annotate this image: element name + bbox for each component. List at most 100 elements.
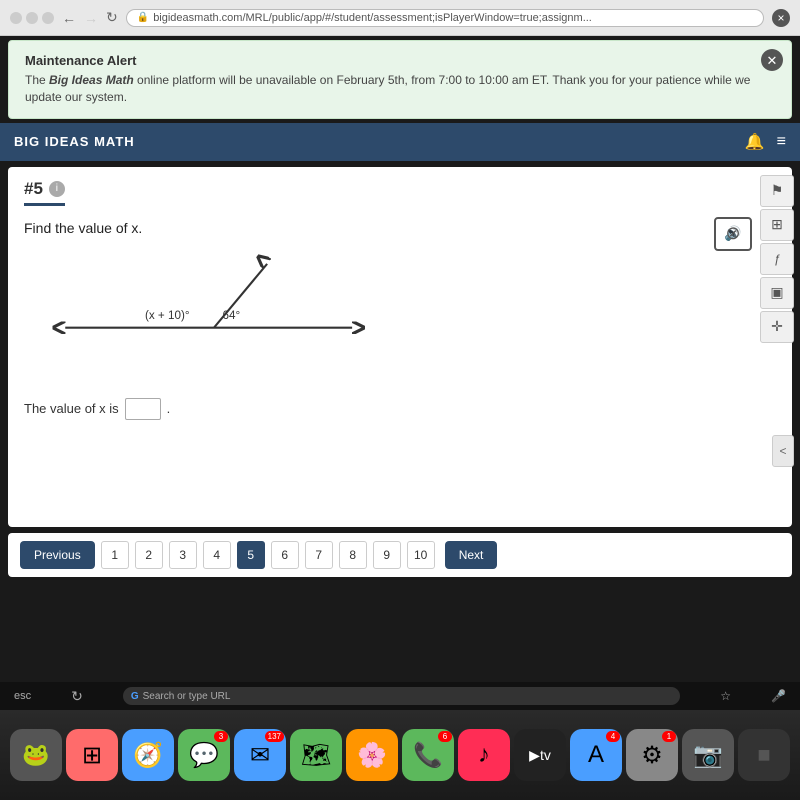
url-text: bigideasmath.com/MRL/public/app/#/studen… <box>153 12 592 24</box>
dock-camera[interactable]: 📷 <box>682 729 734 781</box>
dock-messages[interactable]: 💬 3 <box>178 729 230 781</box>
diagram-area: (x + 10)° 64° <box>44 252 384 382</box>
page-button-8[interactable]: 8 <box>339 541 367 569</box>
alert-body: The Big Ideas Math online platform will … <box>25 72 751 106</box>
alert-title: Maintenance Alert <box>25 53 751 68</box>
calculator-tool-button[interactable]: ⊞ <box>760 209 794 241</box>
navigation-bar: Previous 1 2 3 4 5 6 7 8 9 10 Next <box>8 533 792 577</box>
dock-finder[interactable]: 🐸 <box>10 729 62 781</box>
app-logo: BIG IDEAS MATH <box>14 134 135 149</box>
answer-suffix: . <box>167 401 171 416</box>
dock-systemprefs[interactable]: ⚙ 1 <box>626 729 678 781</box>
google-g-icon: G <box>131 691 139 702</box>
dock-mail[interactable]: ✉ 137 <box>234 729 286 781</box>
dock-photos[interactable]: 🌸 <box>346 729 398 781</box>
mic-icon: 🎤 <box>771 689 786 703</box>
dock-maps[interactable]: 🗺 <box>290 729 342 781</box>
answer-area: The value of x is . <box>24 398 776 420</box>
collapse-sidebar-button[interactable]: < <box>772 435 794 467</box>
page-button-3[interactable]: 3 <box>169 541 197 569</box>
page-button-4[interactable]: 4 <box>203 541 231 569</box>
other-icon: ■ <box>757 742 770 768</box>
maps-icon: 🗺 <box>301 741 331 770</box>
refresh-button[interactable]: ↻ <box>106 9 118 26</box>
music-icon: ♪ <box>478 741 490 769</box>
close-alert-button[interactable]: ✕ <box>761 49 783 71</box>
url-search-bar[interactable]: G Search or type URL <box>123 687 680 705</box>
dock-safari[interactable]: 🧭 <box>122 729 174 781</box>
alert-brand: Big Ideas Math <box>49 73 134 87</box>
appletv-icon: ▶tv <box>529 747 551 764</box>
star-icon: ☆ <box>720 689 731 703</box>
main-content: ⚑ ⊞ ƒ ▣ ✛ #5 i 🔊⊘ Find the value of x. <box>8 167 792 527</box>
dock-launchpad[interactable]: ⊞ <box>66 729 118 781</box>
page-button-7[interactable]: 7 <box>305 541 333 569</box>
question-text: Find the value of x. <box>24 220 776 236</box>
bell-icon[interactable]: 🔔 <box>745 132 765 152</box>
flag-icon: ⚑ <box>771 182 784 199</box>
keyboard-bar: esc ↻ G Search or type URL ☆ 🎤 <box>0 682 800 710</box>
formula-icon: ƒ <box>774 252 781 266</box>
formula-tool-button[interactable]: ƒ <box>760 243 794 275</box>
systemprefs-badge: 1 <box>662 731 676 742</box>
page-button-9[interactable]: 9 <box>373 541 401 569</box>
calendar-icon: ▣ <box>770 284 783 301</box>
ssl-lock-icon: 🔒 <box>137 12 149 23</box>
minimize-window-btn[interactable] <box>26 12 38 24</box>
messages-icon: 💬 <box>189 741 219 770</box>
photos-icon: 🌸 <box>357 741 387 770</box>
mac-dock: 🐸 ⊞ 🧭 💬 3 ✉ 137 🗺 🌸 📞 6 ♪ ▶tv A 4 ⚙ 1 📷 … <box>0 710 800 800</box>
page-button-5[interactable]: 5 <box>237 541 265 569</box>
menu-icon[interactable]: ≡ <box>777 133 786 151</box>
calendar-tool-button[interactable]: ▣ <box>760 277 794 309</box>
alert-body-suffix: online platform will be unavailable on F… <box>25 73 750 104</box>
back-button[interactable]: ← <box>62 10 76 26</box>
maximize-window-btn[interactable] <box>42 12 54 24</box>
mail-icon: ✉ <box>250 741 270 770</box>
accessibility-tool-button[interactable]: ✛ <box>760 311 794 343</box>
right-tools: ⚑ ⊞ ƒ ▣ ✛ <box>760 175 794 343</box>
svg-text:64°: 64° <box>223 309 241 322</box>
mail-badge: 137 <box>265 731 284 742</box>
accessibility-icon: ✛ <box>771 318 783 335</box>
media-button[interactable]: 🔊⊘ <box>714 217 752 251</box>
header-icons: 🔔 ≡ <box>745 132 786 152</box>
page-button-10[interactable]: 10 <box>407 541 435 569</box>
svg-text:(x + 10)°: (x + 10)° <box>145 309 190 322</box>
address-bar[interactable]: 🔒 bigideasmath.com/MRL/public/app/#/stud… <box>126 9 764 27</box>
dock-appletv[interactable]: ▶tv <box>514 729 566 781</box>
info-icon[interactable]: i <box>49 181 65 197</box>
dock-music[interactable]: ♪ <box>458 729 510 781</box>
maintenance-alert: Maintenance Alert The Big Ideas Math onl… <box>8 40 792 119</box>
dock-facetime[interactable]: 📞 6 <box>402 729 454 781</box>
browser-window-controls <box>10 12 54 24</box>
previous-button[interactable]: Previous <box>20 541 95 569</box>
page-button-2[interactable]: 2 <box>135 541 163 569</box>
messages-badge: 3 <box>214 731 228 742</box>
app-header: BIG IDEAS MATH 🔔 ≡ <box>0 123 800 161</box>
appstore-icon: A <box>588 741 604 769</box>
flag-tool-button[interactable]: ⚑ <box>760 175 794 207</box>
next-button[interactable]: Next <box>445 541 498 569</box>
esc-key-label: esc <box>14 690 31 702</box>
facetime-badge: 6 <box>438 731 452 742</box>
close-window-btn[interactable] <box>10 12 22 24</box>
page-button-1[interactable]: 1 <box>101 541 129 569</box>
refresh-icon: ↻ <box>71 688 83 705</box>
browser-chrome: ← → ↻ 🔒 bigideasmath.com/MRL/public/app/… <box>0 0 800 36</box>
safari-icon: 🧭 <box>133 741 163 770</box>
answer-input[interactable] <box>125 398 161 420</box>
dock-other[interactable]: ■ <box>738 729 790 781</box>
page-button-6[interactable]: 6 <box>271 541 299 569</box>
launchpad-icon: ⊞ <box>82 741 102 770</box>
alert-body-prefix: The <box>25 73 49 87</box>
question-tab: #5 i <box>24 179 65 206</box>
forward-button[interactable]: → <box>84 10 98 26</box>
systemprefs-icon: ⚙ <box>641 741 663 770</box>
facetime-icon: 📞 <box>413 741 443 770</box>
profile-button[interactable]: × <box>772 9 790 27</box>
finder-icon: 🐸 <box>22 742 49 768</box>
appstore-badge: 4 <box>606 731 620 742</box>
answer-prefix: The value of x is <box>24 401 119 416</box>
dock-appstore[interactable]: A 4 <box>570 729 622 781</box>
